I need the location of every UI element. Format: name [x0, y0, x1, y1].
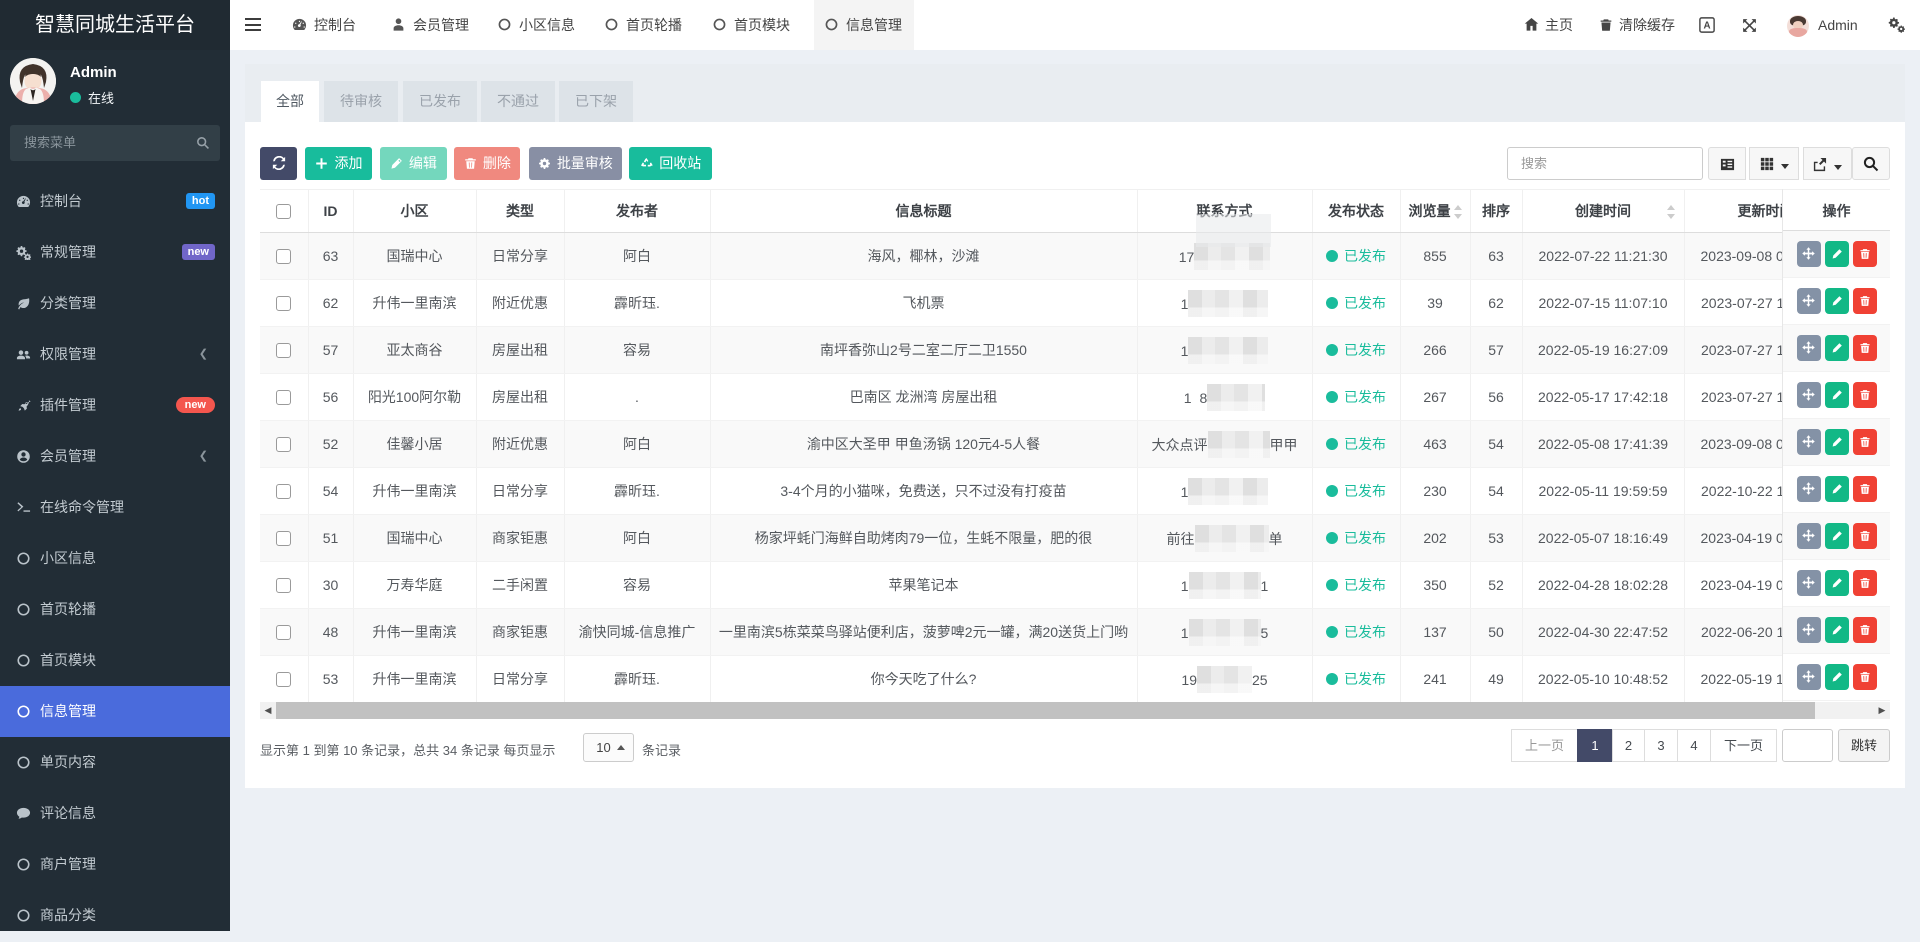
svg-text:A: A [1703, 21, 1710, 32]
